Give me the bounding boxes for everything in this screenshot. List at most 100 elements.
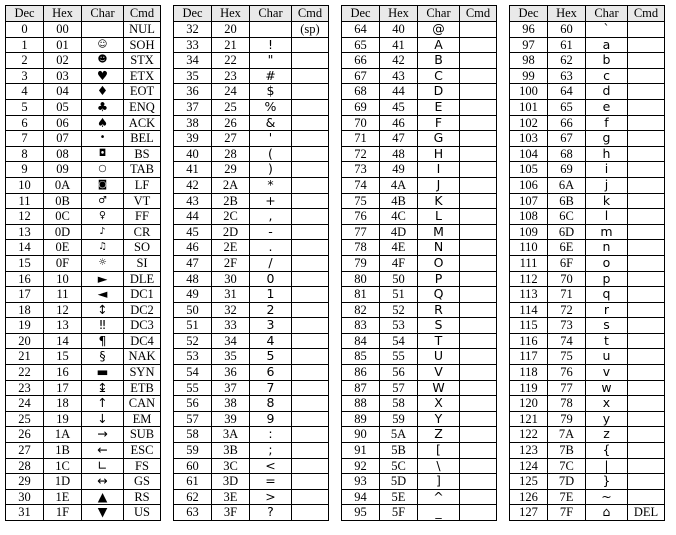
table-row: 20 14 ¶ DC4 xyxy=(5,332,161,350)
cell-command xyxy=(291,145,329,163)
table-row: 0 00 NUL xyxy=(5,21,161,38)
table-row: 101 65 e xyxy=(509,98,665,116)
cell-hex: 35 xyxy=(211,348,250,366)
cell-decimal: 87 xyxy=(341,379,380,397)
cell-character: ) xyxy=(249,161,292,178)
table-row: 78 4E N xyxy=(341,239,497,256)
cell-hex: 6D xyxy=(547,223,586,241)
cell-hex: 52 xyxy=(379,301,418,319)
cell-character: I xyxy=(417,161,460,178)
cell-hex: 36 xyxy=(211,364,250,381)
cell-command xyxy=(627,98,665,116)
cell-command xyxy=(291,83,329,100)
cell-character: C xyxy=(417,67,460,85)
cell-decimal: 5 xyxy=(5,98,44,116)
cell-command: GS xyxy=(123,473,161,490)
cell-command: ESC xyxy=(123,442,161,459)
table-row: 103 67 g xyxy=(509,130,665,147)
column-header-dec: Dec xyxy=(341,5,380,22)
cell-command xyxy=(291,254,329,272)
cell-command: ACK xyxy=(123,114,161,132)
table-row: 110 6E n xyxy=(509,239,665,256)
cell-command xyxy=(291,379,329,397)
cell-decimal: 6 xyxy=(5,114,44,132)
cell-command: TAB xyxy=(123,161,161,178)
cell-decimal: 22 xyxy=(5,364,44,381)
table-row: 66 42 B xyxy=(341,52,497,69)
cell-command xyxy=(291,67,329,85)
cell-hex: 7C xyxy=(547,457,586,475)
cell-command xyxy=(459,98,497,116)
cell-hex: 73 xyxy=(547,317,586,334)
table-row: 44 2C, xyxy=(173,208,329,225)
cell-decimal: 34 xyxy=(173,52,212,69)
cell-decimal: 23 xyxy=(5,379,44,397)
cell-hex: 78 xyxy=(547,395,586,412)
cell-command xyxy=(459,176,497,194)
cell-decimal: 69 xyxy=(341,98,380,116)
table-row: 114 72 r xyxy=(509,301,665,319)
table-row: 107 6B k xyxy=(509,192,665,210)
cell-hex: 48 xyxy=(379,145,418,163)
cell-decimal: 45 xyxy=(173,223,212,241)
table-row: 91 5B[ xyxy=(341,442,497,459)
table-row: 18 12 ↕ DC2 xyxy=(5,301,161,319)
cell-decimal: 82 xyxy=(341,301,380,319)
table-header-row: Dec Hex Char Cmd xyxy=(5,5,161,22)
column-header-cmd: Cmd xyxy=(291,5,329,22)
cell-command xyxy=(459,317,497,334)
cell-character: ‼ xyxy=(81,317,124,334)
cell-character: X xyxy=(417,395,460,412)
cell-character: N xyxy=(417,239,460,256)
cell-decimal: 112 xyxy=(509,270,548,288)
table-row: 52 34 4 xyxy=(173,332,329,350)
cell-decimal: 92 xyxy=(341,457,380,475)
cell-decimal: 62 xyxy=(173,488,212,506)
table-row: 63 3F? xyxy=(173,504,329,521)
cell-hex: 39 xyxy=(211,410,250,428)
cell-command xyxy=(627,83,665,100)
cell-command xyxy=(627,317,665,334)
cell-command xyxy=(627,301,665,319)
cell-character: r xyxy=(585,301,628,319)
cell-hex: 33 xyxy=(211,317,250,334)
table-row: 104 68 h xyxy=(509,145,665,163)
cell-command xyxy=(459,395,497,412)
table-row: 47 2F / xyxy=(173,254,329,272)
cell-hex: 3E xyxy=(211,488,250,506)
cell-hex: 38 xyxy=(211,395,250,412)
cell-character: ` xyxy=(585,21,628,38)
table-row: 28 1C ∟ FS xyxy=(5,457,161,475)
column-header-cmd: Cmd xyxy=(123,5,161,22)
column-header-char: Char xyxy=(585,5,628,22)
table-row: 64 40 @ xyxy=(341,21,497,38)
cell-decimal: 66 xyxy=(341,52,380,69)
cell-hex: 21 xyxy=(211,36,250,54)
cell-decimal: 55 xyxy=(173,379,212,397)
cell-hex: 14 xyxy=(43,332,82,350)
cell-decimal: 68 xyxy=(341,83,380,100)
cell-decimal: 83 xyxy=(341,317,380,334)
cell-command xyxy=(627,36,665,54)
table-row: 79 4F O xyxy=(341,254,497,272)
cell-character: ♦ xyxy=(81,83,124,100)
cell-hex: 45 xyxy=(379,98,418,116)
table-row: 54 36 6 xyxy=(173,364,329,381)
cell-character: ↔ xyxy=(81,473,124,490)
cell-character: s xyxy=(585,317,628,334)
cell-command xyxy=(459,332,497,350)
cell-hex: 5A xyxy=(379,426,418,444)
cell-command: DC3 xyxy=(123,317,161,334)
cell-character: " xyxy=(249,52,292,69)
cell-hex: 66 xyxy=(547,114,586,132)
cell-command xyxy=(627,473,665,490)
table-row: 39 27 ' xyxy=(173,130,329,147)
cell-decimal: 119 xyxy=(509,379,548,397)
cell-decimal: 36 xyxy=(173,83,212,100)
cell-command xyxy=(459,301,497,319)
table-row: 76 4C L xyxy=(341,208,497,225)
cell-character: \ xyxy=(417,457,460,475)
cell-decimal: 25 xyxy=(5,410,44,428)
cell-hex: 15 xyxy=(43,348,82,366)
cell-command xyxy=(291,52,329,69)
